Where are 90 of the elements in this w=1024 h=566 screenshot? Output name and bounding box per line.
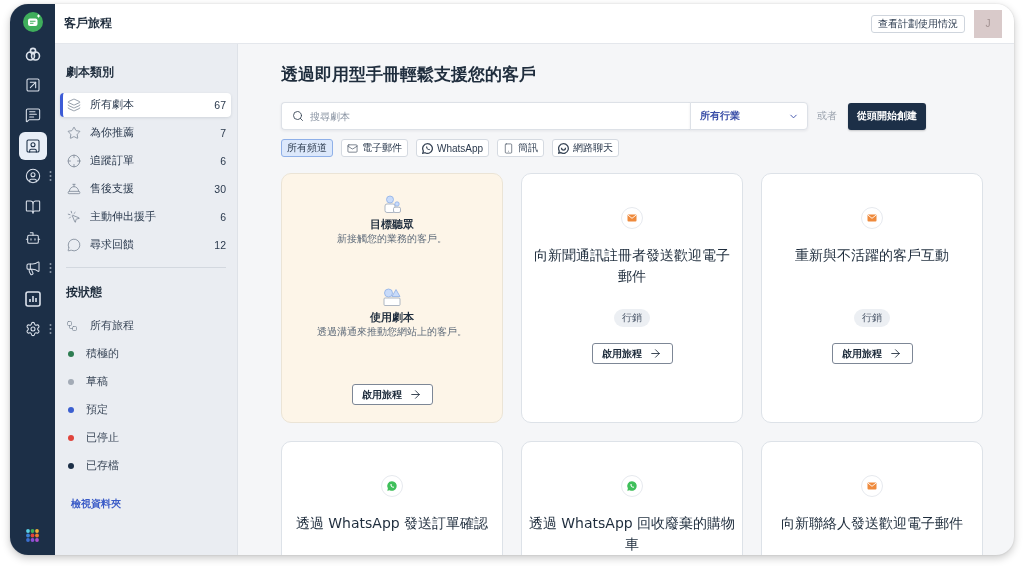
phone-bubble-icon	[381, 475, 403, 497]
create-button[interactable]: 從頭開始創建	[848, 102, 926, 130]
smartphone-icon	[503, 142, 515, 154]
logo-icon[interactable]	[22, 12, 43, 32]
template-card[interactable]: 透過 WhatsApp 發送訂單確認	[281, 441, 503, 555]
item-count: 6	[220, 155, 226, 167]
channel-filter-chip[interactable]: WhatsApp	[416, 139, 490, 157]
sidebar-item[interactable]: 主動伸出援手 6	[60, 205, 231, 229]
status-item[interactable]: 已停止	[60, 426, 231, 450]
status-item[interactable]: 所有旅程	[60, 314, 231, 338]
person-frame-icon	[24, 137, 41, 154]
item-count: 30	[214, 183, 226, 195]
rail-nav-button[interactable]	[18, 131, 47, 160]
channel-filter-chip[interactable]: 電子郵件	[341, 139, 408, 157]
sidebar-item[interactable]: 尋求回饋 12	[60, 233, 231, 257]
three-circles-icon	[24, 46, 41, 62]
start-journey-button[interactable]: 啟用旅程	[831, 343, 913, 364]
status-item[interactable]: 草稿	[60, 370, 231, 394]
sidebar-item[interactable]: 為你推薦 7	[60, 121, 231, 145]
book-icon	[24, 198, 41, 215]
speech-bubble-icon	[67, 238, 81, 252]
template-card[interactable]: 重新與不活躍的客戶互動 行銷 啟用旅程	[761, 173, 983, 423]
phone-bubble-icon	[422, 142, 433, 154]
section-description: 新接觸您的業務的客戶。	[337, 232, 447, 245]
envelope-icon	[861, 475, 883, 497]
item-count: 6	[220, 211, 226, 223]
search-icon	[292, 110, 304, 122]
channel-filter-chip[interactable]: 簡訊	[497, 139, 545, 157]
app-grid-icon[interactable]	[26, 529, 39, 542]
status-item[interactable]: 預定	[60, 398, 231, 422]
sidebar-heading: 按狀態	[66, 284, 103, 300]
settings-icon	[24, 321, 41, 338]
phone-bubble-icon	[621, 475, 643, 497]
star-icon	[67, 126, 81, 140]
service-bell-icon	[67, 182, 81, 196]
page-title: 客戶旅程	[64, 15, 113, 32]
card-title: 透過 WhatsApp 回收廢棄的購物車	[528, 514, 736, 554]
pointer-click-icon	[67, 210, 81, 224]
arrow-right-icon	[889, 347, 902, 360]
section-description: 透過溝通來推動您網站上的客戶。	[317, 325, 467, 338]
layers-icon	[67, 98, 81, 112]
envelope-icon	[621, 207, 643, 229]
arrow-right-icon	[649, 347, 662, 360]
category-tag: 行銷	[854, 309, 890, 327]
view-folders-link[interactable]: 檢視資料夾	[71, 497, 121, 511]
chat-bubble-icon	[558, 142, 570, 154]
category-tag: 行銷	[614, 309, 650, 327]
section-title: 使用劇本	[370, 310, 414, 324]
chat-bubble-icon	[24, 107, 41, 124]
megaphone-icon	[24, 260, 41, 277]
card-title: 透過 WhatsApp 發送訂單確認	[294, 514, 490, 533]
user-circle-icon	[24, 168, 41, 185]
people-icon	[383, 195, 401, 213]
template-card[interactable]: 透過 WhatsApp 回收廢棄的購物車	[521, 441, 743, 555]
status-item[interactable]: 積極的	[60, 342, 231, 366]
template-card[interactable]: 向新聯絡人發送歡迎電子郵件	[761, 441, 983, 555]
channel-filter-chip[interactable]: 所有頻道	[281, 139, 333, 157]
sidebar-item[interactable]: 所有劇本 67	[60, 93, 231, 117]
start-journey-button[interactable]: 啟用旅程	[591, 343, 673, 364]
arrow-right-icon	[409, 388, 422, 401]
status-item[interactable]: 已存檔	[60, 454, 231, 478]
item-count: 67	[214, 99, 226, 111]
item-count: 12	[214, 239, 226, 251]
card-title: 向新聯絡人發送歡迎電子郵件	[780, 514, 964, 533]
robot-icon	[24, 229, 41, 246]
main-heading: 透過即用型手冊輕鬆支援您的客戶	[281, 64, 537, 86]
crosshair-icon	[67, 154, 81, 168]
more-dots-icon[interactable]	[49, 262, 52, 274]
card-title: 重新與不活躍的客戶互動	[794, 246, 950, 265]
flow-icon	[66, 320, 78, 332]
or-text: 或者	[817, 109, 837, 123]
search-input[interactable]: 搜尋劇本	[310, 106, 690, 126]
mail-icon	[347, 142, 358, 154]
more-dots-icon[interactable]	[49, 170, 52, 182]
start-journey-button[interactable]: 啟用旅程	[351, 384, 433, 405]
bar-chart-icon	[24, 290, 41, 307]
envelope-icon	[861, 207, 883, 229]
plan-usage-button[interactable]: 查看計劃使用情況	[871, 14, 965, 33]
industry-select[interactable]: 所有行業	[690, 102, 808, 130]
search-field[interactable]: 搜尋劇本	[281, 102, 690, 130]
channel-filter-chip[interactable]: 網路聊天	[552, 139, 620, 157]
sidebar-item[interactable]: 售後支援 30	[60, 177, 231, 201]
shapes-icon	[383, 288, 401, 306]
sidebar-item[interactable]: 追蹤訂單 6	[60, 149, 231, 173]
item-count: 7	[220, 127, 226, 139]
section-title: 目標聽眾	[370, 217, 414, 231]
card-title: 向新聞通訊註冊者發送歡迎電子郵件	[533, 246, 731, 286]
more-dots-icon[interactable]	[49, 323, 52, 335]
template-card[interactable]: 向新聞通訊註冊者發送歡迎電子郵件 行銷 啟用旅程	[521, 173, 743, 423]
sidebar-heading: 劇本類別	[66, 64, 115, 80]
